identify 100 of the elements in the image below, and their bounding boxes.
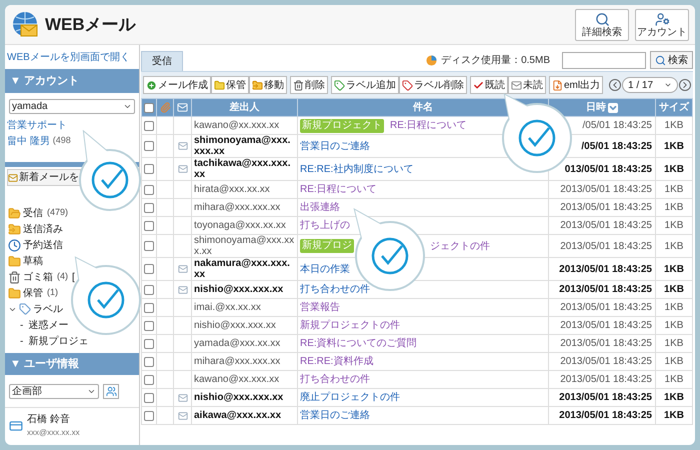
subject-link[interactable]: 本日の作業 xyxy=(300,262,350,276)
toolbar-button[interactable]: 削除 xyxy=(290,76,328,94)
sender-text: shimonoyama@xxx.xxx.xx xyxy=(194,235,294,257)
row-checkbox[interactable] xyxy=(144,141,154,151)
row-checkbox[interactable] xyxy=(144,320,154,330)
account-select[interactable]: yamada xyxy=(9,99,135,114)
user-email: xxx@xxx.xx.xx xyxy=(27,427,80,439)
row-checkbox[interactable] xyxy=(144,392,154,402)
row-checkbox[interactable] xyxy=(144,120,154,130)
subject-link[interactable]: ジェクトの件 xyxy=(430,238,490,254)
tab[interactable]: 受信 xyxy=(141,51,183,71)
toolbar-button[interactable]: ラベル追加 xyxy=(331,76,399,94)
sender-text: kawano@xx.xxx.xx xyxy=(194,120,280,131)
mail-row[interactable]: nishio@xxx.xxx.xx 新規プロジェクトの件 2013/05/01 18:43:25 1KB xyxy=(142,316,692,334)
subject-link[interactable]: 打ち上げの xyxy=(300,218,350,233)
header-button[interactable]: アカウント xyxy=(635,8,689,40)
attachment-icon xyxy=(160,102,170,113)
mail-row[interactable]: aikawa@xxx.xx.xx 営業日のご連絡 2013/05/01 18:43:25 1KB xyxy=(142,406,692,424)
sender-text: kawano@xx.xxx.xx xyxy=(194,374,280,385)
caret-icon xyxy=(87,387,96,396)
bullet: - xyxy=(20,334,24,348)
account-icon xyxy=(654,12,670,26)
group-select[interactable]: 企画部 xyxy=(9,384,99,399)
toolbar-button[interactable]: 既読 xyxy=(470,76,508,94)
caret-icon xyxy=(664,81,672,89)
folder-item[interactable]: 保管 (1) xyxy=(8,285,58,301)
row-checkbox[interactable] xyxy=(144,410,154,420)
size-text: 1KB xyxy=(664,410,684,421)
sender-text: hirata@xxx.xx.xx xyxy=(194,184,270,195)
open-window-link[interactable]: WEBメールを別画面で開く xyxy=(5,50,139,66)
account-count: (498 xyxy=(52,134,71,148)
pie-chart-icon xyxy=(426,54,438,66)
mail-row[interactable]: hirata@xxx.xx.xx RE:日程について 2013/05/01 18:43:25 1KB xyxy=(142,180,692,198)
toolbar-button[interactable]: ラベル削除 xyxy=(399,76,467,94)
toolbar-button[interactable]: 保管 xyxy=(211,76,249,94)
subject-link[interactable]: 営業日のご連絡 xyxy=(300,138,370,154)
toolbar-button[interactable]: メール作成 xyxy=(143,76,211,94)
size-text: 1KB xyxy=(664,220,684,231)
mail-row[interactable]: yamada@xxx.xx.xx RE:資料についてのご質問 2013/05/01 18:43:25 1KB xyxy=(142,334,692,352)
globe-mail-logo xyxy=(11,10,39,38)
toolbar-button[interactable]: eml出力 xyxy=(549,76,604,94)
folder-item[interactable]: 予約送信 xyxy=(8,237,63,253)
size-text: 1KB xyxy=(664,338,684,349)
row-checkbox[interactable] xyxy=(144,374,154,384)
folder-item[interactable]: 受信 (479) xyxy=(8,205,68,221)
previous-page-icon[interactable] xyxy=(609,79,621,91)
date-text: 2013/05/01 18:43:25 xyxy=(560,202,652,213)
row-checkbox[interactable] xyxy=(144,338,154,348)
mail-icon xyxy=(178,284,188,294)
folder-item[interactable]: ラベル xyxy=(8,301,63,317)
folder-item[interactable]: ゴミ箱 (4) [ xyxy=(8,269,75,285)
date-text: /05/01 18:43:25 xyxy=(582,120,652,131)
new-mail-button[interactable]: 新着メールを xyxy=(7,169,81,186)
subject-link[interactable]: RE:日程について xyxy=(390,118,467,133)
trash-icon xyxy=(293,80,304,90)
next-page-icon[interactable] xyxy=(679,79,691,91)
folder-item[interactable]: 送信済み xyxy=(8,221,63,237)
select-all-checkbox[interactable] xyxy=(144,102,154,112)
folder-item[interactable]: 草稿 xyxy=(8,253,43,269)
row-checkbox[interactable] xyxy=(144,184,154,194)
date-text: 2013/05/01 18:43:25 xyxy=(559,264,652,274)
mail-row[interactable]: nishio@xxx.xxx.xx 廃止プロジェクトの件 2013/05/01 18:43:25 1KB xyxy=(142,388,692,406)
mail-icon xyxy=(178,164,188,174)
mail-row[interactable]: imai.@xx.xx.xx 営業報告 2013/05/01 18:43:25 1KB xyxy=(142,298,692,316)
row-checkbox[interactable] xyxy=(144,264,154,274)
search-button[interactable]: 検索 xyxy=(650,51,693,69)
row-checkbox[interactable] xyxy=(144,241,154,251)
account-link[interactable]: 畠中 隆男 xyxy=(7,134,50,148)
row-checkbox[interactable] xyxy=(144,164,154,174)
sender-text: mihara@xxx.xxx.xx xyxy=(194,356,280,367)
row-checkbox[interactable] xyxy=(144,302,154,312)
date-text: 2013/05/01 18:43:25 xyxy=(559,392,652,403)
row-checkbox[interactable] xyxy=(144,202,154,212)
sender-text: nakamura@xxx.xxx.xx xyxy=(194,258,290,280)
date-text: 2013/05/01 18:43:25 xyxy=(560,320,652,331)
mail-row[interactable]: mihara@xxx.xxx.xx RE:RE:資料作成 2013/05/01 18:43:25 1KB xyxy=(142,352,692,370)
folder-icon xyxy=(214,80,225,90)
row-checkbox[interactable] xyxy=(144,356,154,366)
row-checkbox[interactable] xyxy=(144,220,154,230)
users-button[interactable] xyxy=(103,384,119,399)
header-button[interactable]: 詳細検索 xyxy=(575,8,629,40)
mail-row[interactable]: kawano@xx.xxx.xx 打ち合わせの件 2013/05/01 18:43:25 1KB xyxy=(142,370,692,388)
size-text: 1KB xyxy=(664,356,684,367)
search-field[interactable] xyxy=(562,52,646,68)
row-checkbox[interactable] xyxy=(144,284,154,294)
page-select[interactable]: 1 / 17 xyxy=(622,77,678,93)
subject-link[interactable]: 出張連絡 xyxy=(300,200,340,215)
tag-icon xyxy=(402,80,413,90)
disk-usage: ディスク使用量：0.5MB xyxy=(441,54,550,68)
label-item[interactable]: 迷惑メー xyxy=(28,318,68,332)
mail-icon xyxy=(178,410,188,420)
account-link[interactable]: 営業サポート xyxy=(7,118,67,132)
size-text: 1KB xyxy=(664,184,684,195)
mail-row[interactable]: mihara@xxx.xxx.xx 出張連絡 2013/05/01 18:43:25 1KB xyxy=(142,198,692,216)
toolbar-button[interactable]: 未読 xyxy=(508,76,546,94)
sender-text: nishio@xxx.xxx.xx xyxy=(194,320,276,331)
user-name: 石橋 鈴音 xyxy=(27,412,71,427)
subject-link[interactable]: 営業報告 xyxy=(300,300,340,315)
toolbar-button[interactable]: 移動 xyxy=(249,76,287,94)
label-item[interactable]: 新規プロジェ xyxy=(28,334,88,348)
